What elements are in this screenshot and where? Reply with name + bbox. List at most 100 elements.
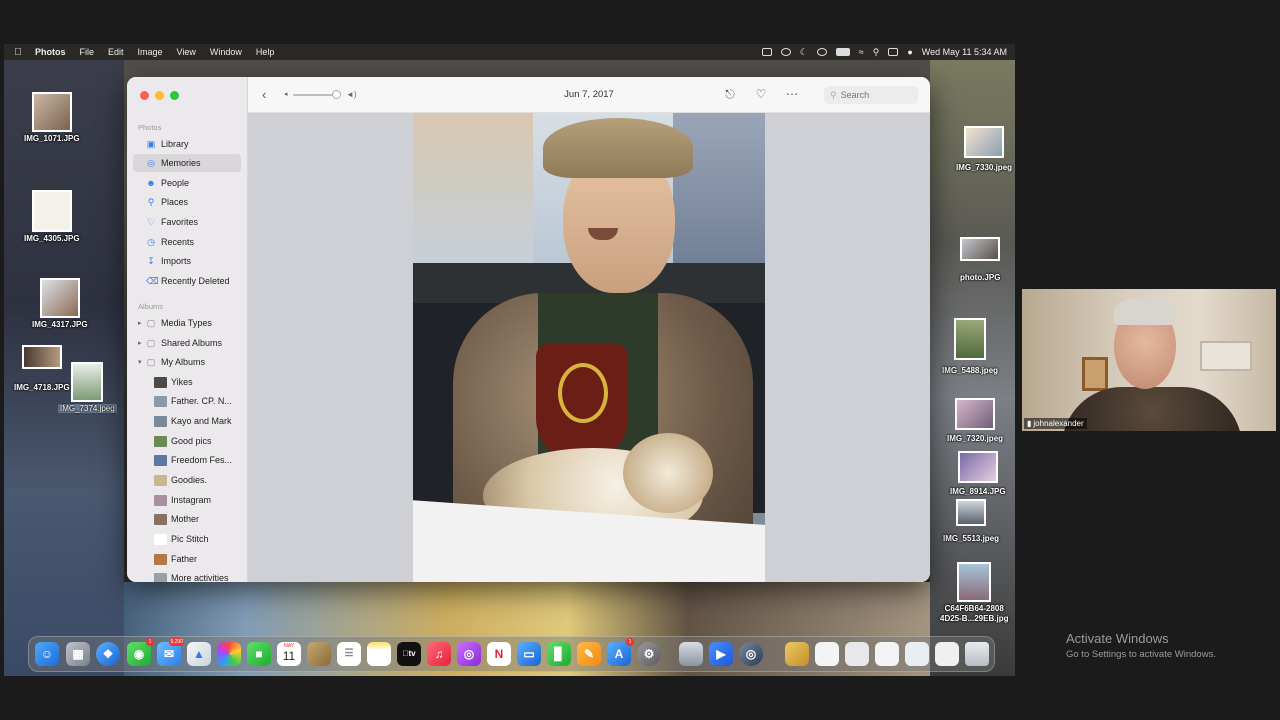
album-item[interactable]: More activities <box>133 569 241 582</box>
contacts-icon[interactable] <box>307 642 331 666</box>
menu-help[interactable]: Help <box>249 47 282 57</box>
menu-edit[interactable]: Edit <box>101 47 131 57</box>
apple-logo-icon[interactable]:  <box>8 47 28 58</box>
battery-icon[interactable] <box>835 48 850 56</box>
spotlight-icon[interactable]: ⚲ <box>873 47 880 58</box>
news-icon[interactable]: N <box>487 642 511 666</box>
album-label: Goodies. <box>171 475 208 485</box>
calendar-icon[interactable]: MAY 11 <box>277 642 301 666</box>
desktop-file-icon[interactable]: IMG_7330.jpeg <box>956 126 1012 172</box>
desktop-file-icon[interactable]: photo.JPG <box>960 237 1000 282</box>
screen-sharing-icon[interactable] <box>679 642 703 666</box>
messages-icon[interactable]: ◉ 1 <box>127 638 154 666</box>
menu-clock[interactable]: Wed May 11 5:34 AM <box>922 47 1007 57</box>
apple-tv-icon[interactable]: tv <box>397 642 421 666</box>
menu-window[interactable]: Window <box>203 47 249 57</box>
info-icon[interactable] <box>780 48 791 56</box>
album-item[interactable]: Goodies. <box>133 471 241 489</box>
safari-icon[interactable]: ❖ <box>96 642 120 666</box>
play-icon[interactable] <box>816 48 827 56</box>
zoom-icon[interactable]: ▶ <box>709 642 733 666</box>
screenshots-stack-icon[interactable] <box>905 642 929 666</box>
downloads-stack-icon[interactable] <box>845 642 869 666</box>
sidebar-item-places[interactable]: ⚲ Places <box>133 193 241 211</box>
archive-icon[interactable] <box>785 642 809 666</box>
launchpad-icon[interactable]: ▦ <box>66 642 90 666</box>
desktop-file-icon[interactable]: IMG_7320.jpeg <box>947 398 1003 443</box>
search-input[interactable] <box>840 90 911 100</box>
desktop-file-icon[interactable]: IMG_4317.JPG <box>32 278 88 329</box>
heart-icon[interactable]: ♡ <box>753 86 769 102</box>
album-item[interactable]: Mother <box>133 510 241 528</box>
sidebar-item-favorites[interactable]: ♡ Favorites <box>133 213 241 231</box>
mail-icon[interactable]: ✉ 9,290 <box>157 638 184 666</box>
webex-icon[interactable]: ◎ <box>739 642 763 666</box>
system-preferences-icon[interactable]: ⚙ <box>637 642 661 666</box>
music-icon[interactable]: ♫ <box>427 642 451 666</box>
search-field[interactable]: ⚲ <box>824 86 918 104</box>
desktop-file-icon[interactable]: IMG_4305.JPG <box>24 190 80 243</box>
sidebar-item-imports[interactable]: ↧ Imports <box>133 252 241 270</box>
menu-app-name[interactable]: Photos <box>28 47 73 57</box>
desktop-file-icon[interactable]: IMG_5513.jpeg <box>943 499 999 543</box>
minimize-window-button[interactable] <box>155 91 164 100</box>
chevron-down-icon[interactable]: ▾ <box>138 358 142 366</box>
podcasts-icon[interactable]: ◎ <box>457 642 481 666</box>
moon-icon[interactable]: ☾ <box>800 47 808 58</box>
sidebar-item-shared-albums[interactable]: ▸ ▢ Shared Albums <box>133 334 241 352</box>
siri-icon[interactable]: ● <box>907 47 912 57</box>
sidebar-item-media-types[interactable]: ▸ ▢ Media Types <box>133 314 241 332</box>
chevron-right-icon[interactable]: ▸ <box>138 339 142 347</box>
reminders-icon[interactable]: ☰ <box>337 642 361 666</box>
sidebar-item-memories[interactable]: ◎ Memories <box>133 154 241 172</box>
control-center-icon[interactable] <box>888 48 899 56</box>
album-item[interactable]: Good pics <box>133 432 241 450</box>
album-item[interactable]: Father <box>133 550 241 568</box>
album-item[interactable]: Father. CP. N... <box>133 392 241 410</box>
facetime-icon[interactable]: ■ <box>247 642 271 666</box>
menu-view[interactable]: View <box>170 47 203 57</box>
file-thumbnail <box>954 318 987 360</box>
menu-image[interactable]: Image <box>131 47 170 57</box>
sidebar-item-my-albums[interactable]: ▾ ▢ My Albums <box>133 353 241 371</box>
album-item[interactable]: Freedom Fes... <box>133 451 241 469</box>
person-hair <box>1114 297 1176 325</box>
desktop-file-icon[interactable]: C64F6B64-2808 4D25-B...29EB.jpg <box>940 562 1008 624</box>
numbers-icon[interactable]: ▊ <box>547 642 571 666</box>
finder-icon[interactable]: ☺ <box>35 642 59 666</box>
chevron-right-icon[interactable]: ▸ <box>138 319 142 327</box>
trash-icon[interactable] <box>965 642 989 666</box>
messages-badge: 1 <box>146 638 154 646</box>
photos-icon[interactable] <box>217 642 241 666</box>
close-window-button[interactable] <box>140 91 149 100</box>
album-item[interactable]: Pic Stitch <box>133 530 241 548</box>
sidebar-item-recently-deleted[interactable]: ⌫ Recently Deleted <box>133 272 241 290</box>
sidebar-item-people[interactable]: ☻ People <box>133 174 241 192</box>
screen-mirror-icon[interactable] <box>761 48 772 56</box>
keynote-icon[interactable]: ▭ <box>517 642 541 666</box>
file-stack-icon[interactable] <box>875 642 899 666</box>
desktop-file-icon[interactable]: IMG_5488.jpeg <box>942 318 998 375</box>
album-item[interactable]: Yikes <box>133 373 241 391</box>
share-icon[interactable]: ⎋ <box>722 86 738 102</box>
sidebar-item-recents[interactable]: ◷ Recents <box>133 233 241 251</box>
pages-icon[interactable]: ✎ <box>577 642 601 666</box>
document-stack-icon[interactable] <box>815 642 839 666</box>
photo-image[interactable] <box>413 113 765 582</box>
participant-video: ▮ johnalexander <box>1022 289 1276 431</box>
album-item[interactable]: Instagram <box>133 491 241 509</box>
desktop-file-icon[interactable]: IMG_7374.jpeg <box>58 362 117 413</box>
fullscreen-window-button[interactable] <box>170 91 179 100</box>
desktop-file-icon[interactable]: IMG_8914.JPG <box>950 451 1006 496</box>
app-store-icon[interactable]: A1 <box>607 638 634 666</box>
status-area: ☾ ≈ ⚲ ● Wed May 11 5:34 AM <box>761 44 1007 60</box>
menu-file[interactable]: File <box>73 47 102 57</box>
album-item[interactable]: Kayo and Mark <box>133 412 241 430</box>
notes-icon[interactable] <box>367 642 391 666</box>
desktop-file-icon[interactable]: IMG_1071.JPG <box>24 92 80 143</box>
more-icon[interactable]: ⋯ <box>784 86 800 102</box>
recent-files-icon[interactable] <box>935 642 959 666</box>
maps-icon[interactable]: ▲ <box>187 642 211 666</box>
wifi-icon[interactable]: ≈ <box>859 47 864 57</box>
sidebar-item-library[interactable]: ▣ Library <box>133 135 241 153</box>
